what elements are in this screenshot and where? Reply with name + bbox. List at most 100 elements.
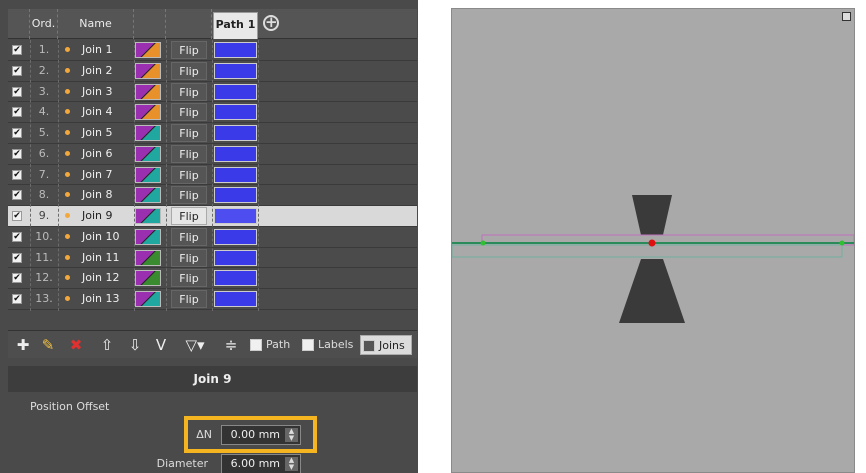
move-down-icon[interactable]: ⇩ [124, 334, 146, 356]
row-name[interactable]: Join 3 [82, 82, 134, 102]
row-order: 9. [38, 209, 50, 222]
joins-panel: Ord. Name Path 1 + ✔ 1. Join 1 Flip ✔ 2. Join … [0, 0, 418, 473]
toggle-joins[interactable]: Joins [360, 335, 412, 355]
path-color-swatch[interactable] [214, 145, 257, 162]
join-type-icon[interactable] [135, 104, 161, 121]
row-order: 2. [38, 63, 50, 77]
path-color-swatch[interactable] [214, 83, 257, 100]
row-name[interactable]: Join 10 [82, 227, 134, 247]
flip-button[interactable]: Flip [171, 144, 207, 163]
tab-path-1[interactable]: Path 1 [213, 12, 258, 39]
path-color-swatch[interactable] [214, 228, 257, 245]
row-checkbox[interactable]: ✔ [12, 252, 22, 263]
join-type-icon[interactable] [135, 83, 161, 100]
row-checkbox[interactable]: ✔ [12, 273, 22, 284]
row-checkbox[interactable]: ✔ [12, 169, 22, 180]
row-name[interactable]: Join 1 [82, 40, 134, 60]
join-type-icon[interactable] [135, 291, 161, 307]
filter-icon[interactable]: ▽▾ [180, 334, 210, 356]
header-flip-column [166, 9, 212, 39]
join-center-point[interactable] [648, 239, 656, 247]
header-name[interactable]: Name [58, 9, 134, 39]
row-name[interactable]: Join 8 [82, 185, 134, 205]
flip-button[interactable]: Flip [171, 186, 207, 205]
preview-canvas[interactable] [451, 8, 855, 473]
path-color-swatch[interactable] [214, 249, 257, 266]
join-type-icon[interactable] [135, 228, 161, 245]
flip-button[interactable]: Flip [171, 248, 207, 267]
row-name[interactable]: Join 4 [82, 102, 134, 122]
flip-button[interactable]: Flip [171, 227, 207, 246]
row-checkbox[interactable]: ✔ [12, 65, 22, 76]
path-color-swatch[interactable] [214, 62, 257, 79]
flip-button[interactable]: Flip [171, 207, 207, 225]
join-type-icon[interactable] [135, 208, 161, 224]
flip-button[interactable]: Flip [171, 290, 207, 308]
join-type-icon[interactable] [135, 166, 161, 183]
flip-button[interactable]: Flip [171, 103, 207, 122]
path-color-swatch[interactable] [214, 104, 257, 121]
row-checkbox[interactable]: ✔ [12, 128, 22, 138]
labels-checkbox[interactable] [302, 339, 314, 351]
flip-button[interactable]: Flip [171, 82, 207, 101]
flip-button[interactable]: Flip [171, 61, 207, 80]
path-color-swatch[interactable] [214, 291, 257, 307]
row-name[interactable]: Join 6 [82, 144, 134, 164]
properties-body: Position Offset ΔN 0.00 mm ▲ ▼ Diameter 6… [8, 392, 417, 473]
diameter-spinner-icon[interactable]: ▲ ▼ [285, 457, 298, 471]
flip-button[interactable]: Flip [171, 124, 207, 142]
row-checkbox[interactable]: ✔ [12, 45, 22, 55]
delta-n-field[interactable]: 0.00 mm ▲ ▼ [221, 425, 301, 445]
join-type-icon[interactable] [135, 187, 161, 204]
path-end-point[interactable] [839, 240, 845, 246]
header-order[interactable]: Ord. [30, 9, 58, 39]
vertex-icon[interactable]: V [150, 334, 172, 356]
row-checkbox[interactable]: ✔ [12, 86, 22, 97]
join-dot-icon [65, 109, 70, 115]
join-type-icon[interactable] [135, 42, 161, 58]
flip-button[interactable]: Flip [171, 269, 207, 288]
add-path-icon[interactable]: + [263, 15, 279, 31]
join-type-icon[interactable] [135, 249, 161, 266]
row-checkbox[interactable]: ✔ [12, 148, 22, 159]
row-name[interactable]: Join 12 [82, 268, 134, 288]
join-type-icon[interactable] [135, 125, 161, 141]
toggle-labels[interactable]: Labels [300, 335, 358, 355]
row-name[interactable]: Join 11 [82, 248, 134, 268]
path-color-swatch[interactable] [214, 270, 257, 287]
row-name[interactable]: Join 13 [82, 289, 134, 309]
path-color-swatch[interactable] [214, 166, 257, 183]
flip-button[interactable]: Flip [171, 41, 207, 59]
header-type-column [134, 9, 166, 39]
join-type-icon[interactable] [135, 62, 161, 79]
row-checkbox[interactable]: ✔ [12, 231, 22, 242]
add-join-icon[interactable]: ✚ [12, 334, 34, 356]
edit-pencil-icon[interactable]: ✎ [36, 334, 60, 356]
delete-icon[interactable]: ✖ [64, 334, 88, 356]
diameter-field[interactable]: 6.00 mm ▲ ▼ [221, 454, 301, 473]
join-type-icon[interactable] [135, 270, 161, 287]
row-name[interactable]: Join 9 [82, 206, 134, 226]
flip-button[interactable]: Flip [171, 165, 207, 184]
path-start-point[interactable] [480, 240, 486, 246]
row-checkbox[interactable]: ✔ [12, 211, 22, 221]
row-name[interactable]: Join 7 [82, 165, 134, 185]
join-dot-icon [65, 88, 70, 94]
move-up-icon[interactable]: ⇧ [96, 334, 118, 356]
path-color-swatch[interactable] [214, 208, 257, 224]
toggle-path[interactable]: Path [248, 335, 296, 355]
path-checkbox[interactable] [250, 339, 262, 351]
path-color-swatch[interactable] [214, 187, 257, 204]
row-checkbox[interactable]: ✔ [12, 107, 22, 118]
row-checkbox[interactable]: ✔ [12, 190, 22, 201]
row-name[interactable]: Join 2 [82, 61, 134, 81]
path-color-swatch[interactable] [214, 42, 257, 58]
delta-n-spinner-icon[interactable]: ▲ ▼ [285, 428, 298, 442]
row-name[interactable]: Join 5 [82, 123, 134, 143]
path-color-swatch[interactable] [214, 125, 257, 141]
row-checkbox[interactable]: ✔ [12, 294, 22, 304]
align-icon[interactable]: ≑ [220, 334, 242, 356]
join-dot-icon [65, 171, 70, 177]
join-type-icon[interactable] [135, 145, 161, 162]
row-order: 10. [35, 229, 53, 243]
